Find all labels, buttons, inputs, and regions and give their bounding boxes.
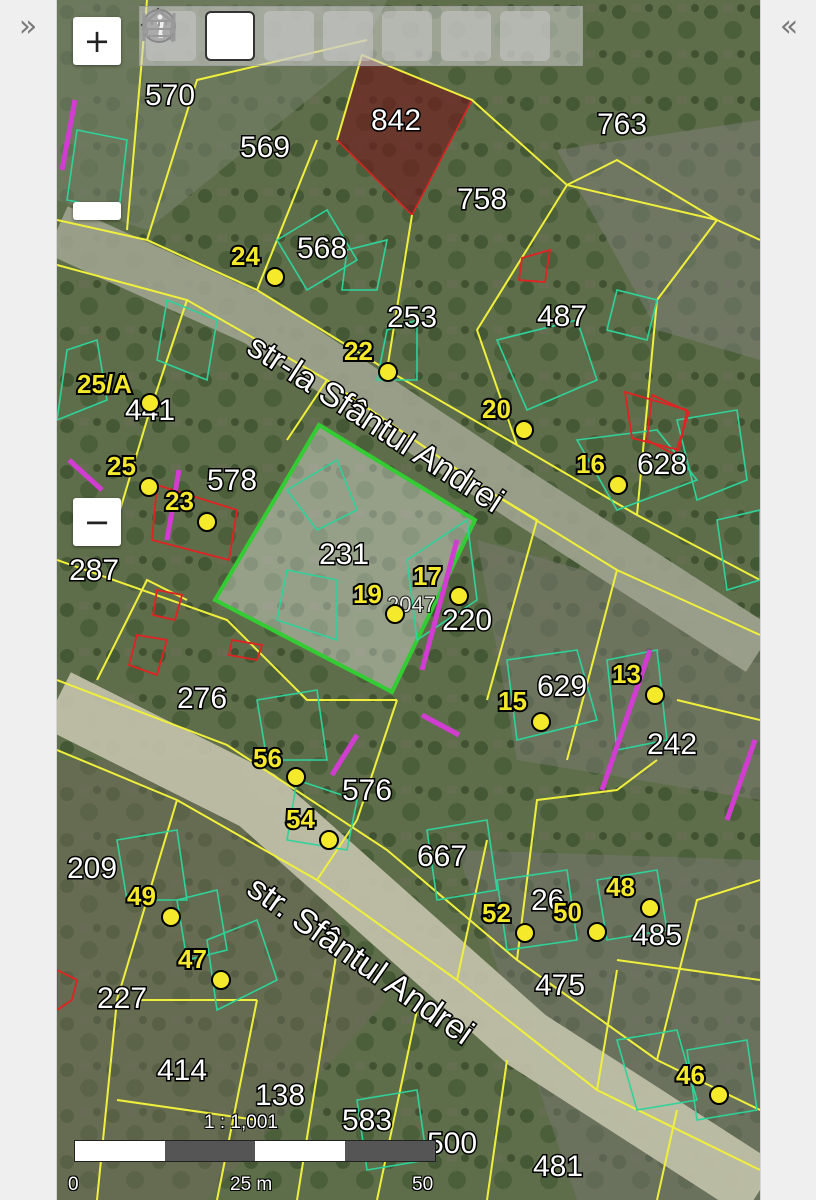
address-marker[interactable] (709, 1085, 729, 1105)
parcel-label: 485 (632, 919, 682, 952)
parcel-label: 287 (69, 554, 119, 587)
house-number-label: 52 (482, 898, 511, 928)
address-marker[interactable] (211, 970, 231, 990)
map-view[interactable]: 5705698427637585682534874416285782312872… (57, 0, 760, 1200)
address-marker[interactable] (640, 898, 660, 918)
parcel-label: 629 (537, 670, 587, 703)
house-number-label: 17 (413, 561, 442, 591)
scale-tick-25: 25 m (230, 1174, 273, 1195)
parcel-label: 667 (417, 840, 467, 873)
address-marker[interactable] (531, 712, 551, 732)
house-number-label: 50 (553, 897, 582, 927)
parcel-label: 842 (371, 104, 421, 137)
address-marker[interactable] (514, 420, 534, 440)
map-toolbar (139, 6, 583, 66)
house-number-label: 46 (676, 1060, 705, 1090)
house-number-label: 24 (231, 241, 260, 271)
parcel-label: 578 (207, 464, 257, 497)
scale-tick-0: 0 (68, 1174, 79, 1195)
address-marker[interactable] (645, 685, 665, 705)
parcel-label: 138 (255, 1079, 305, 1112)
address-marker[interactable] (265, 267, 285, 287)
house-number-label: 56 (253, 743, 282, 773)
parcel-label: 253 (387, 301, 437, 334)
house-number-label: 22 (344, 336, 373, 366)
scale-bar: 1 : 1,001 0 25 m 50 m (68, 1112, 436, 1200)
parcel-label: 481 (533, 1150, 583, 1183)
info-icon[interactable] (142, 9, 432, 61)
parcel-label: 569 (240, 131, 290, 164)
scale-tick-50: 50 m (412, 1174, 434, 1200)
address-marker[interactable] (161, 907, 181, 927)
house-number-label: 20 (482, 394, 511, 424)
parcel-label: 568 (297, 232, 347, 265)
expand-right-panel-button[interactable]: « (769, 6, 809, 46)
address-marker[interactable] (286, 767, 306, 787)
parcel-label: 227 (97, 982, 147, 1015)
parcel-label: 763 (597, 108, 647, 141)
house-number-label: 13 (612, 659, 641, 689)
parcel-label: 487 (537, 300, 587, 333)
parcel-label: 628 (637, 448, 687, 481)
house-number-label: 16 (576, 449, 605, 479)
address-marker[interactable] (385, 604, 405, 624)
house-number-label: 19 (353, 579, 382, 609)
parcel-label: 475 (535, 969, 585, 1002)
house-number-label: 54 (286, 804, 315, 834)
house-number-label: 15 (498, 686, 527, 716)
parcel-label: 220 (442, 604, 492, 637)
zoom-out-button[interactable]: − (73, 498, 121, 546)
parcel-label: 209 (67, 852, 117, 885)
measure-area-icon[interactable] (142, 9, 550, 61)
address-marker[interactable] (378, 362, 398, 382)
house-number-label: 49 (127, 881, 156, 911)
address-marker[interactable] (449, 586, 469, 606)
address-marker[interactable] (140, 393, 160, 413)
scale-segments (74, 1140, 436, 1162)
house-number-label: 25 (107, 451, 136, 481)
house-number-label: 23 (165, 486, 194, 516)
parcel-label: 570 (145, 79, 195, 112)
map-canvas[interactable]: 5705698427637585682534874416285782312872… (57, 0, 760, 1200)
parcel-label: 242 (647, 728, 697, 761)
right-panel: « (760, 0, 816, 1200)
address-marker[interactable] (139, 477, 159, 497)
address-marker[interactable] (197, 512, 217, 532)
parcel-label: 276 (177, 682, 227, 715)
parcel-label: 576 (342, 774, 392, 807)
parcel-label: 231 (319, 538, 369, 571)
zoom-in-icon[interactable] (143, 10, 314, 61)
measure-length-icon[interactable] (142, 11, 491, 61)
zoom-in-button[interactable]: + (73, 17, 121, 65)
parcel-label: 414 (157, 1054, 207, 1087)
address-marker[interactable] (587, 922, 607, 942)
zoom-slider-thumb[interactable] (73, 202, 121, 220)
parcel-label: 758 (457, 183, 507, 216)
address-marker[interactable] (608, 475, 628, 495)
left-panel: » (0, 0, 57, 1200)
house-number-label: 48 (606, 872, 635, 902)
house-number-label: 47 (178, 944, 207, 974)
zoom-out-icon[interactable] (143, 10, 373, 61)
expand-left-panel-button[interactable]: » (8, 6, 48, 46)
pan-icon[interactable] (140, 7, 255, 61)
parcel-label: 583 (342, 1104, 392, 1137)
address-marker[interactable] (515, 923, 535, 943)
scale-ratio: 1 : 1,001 (204, 1112, 278, 1133)
address-marker[interactable] (319, 830, 339, 850)
house-number-label: 25/A (77, 369, 132, 399)
